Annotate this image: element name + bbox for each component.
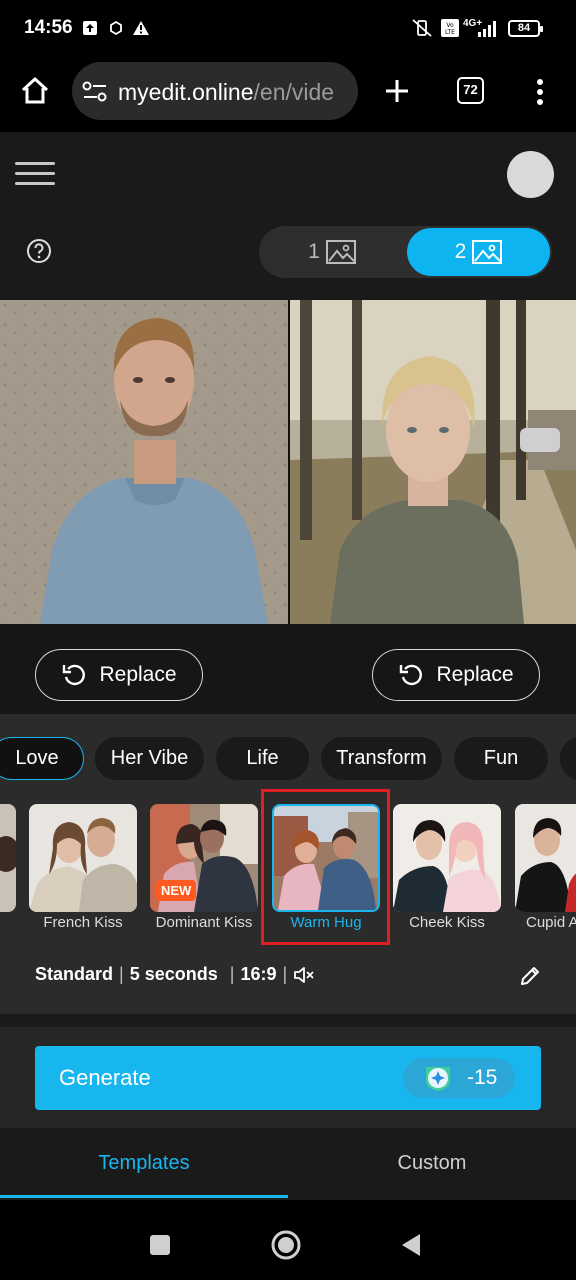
tab-templates[interactable]: Templates	[0, 1128, 288, 1198]
template-tile-french-kiss[interactable]	[29, 804, 137, 912]
left-photo[interactable]	[0, 300, 288, 624]
url-path: /en/vide	[253, 79, 335, 105]
tab-count-button[interactable]: 72	[457, 77, 484, 104]
warning-icon	[133, 21, 149, 35]
ratio-value: 16:9	[240, 964, 277, 984]
divider	[0, 1014, 576, 1027]
template-thumbnail	[29, 804, 137, 912]
template-thumbnail	[0, 804, 16, 912]
help-icon[interactable]	[26, 238, 52, 264]
category-chip-fun[interactable]: Fun	[454, 737, 548, 780]
generate-button[interactable]: Generate -15	[35, 1046, 541, 1110]
template-panel: Love Her Vibe Life Transform Fun NEW Fre…	[0, 714, 576, 1014]
template-tile-dominant-kiss[interactable]: NEW	[150, 804, 258, 912]
recents-icon[interactable]	[149, 1234, 171, 1256]
system-nav-bar	[0, 1200, 576, 1280]
toggle-two-photos[interactable]: 2	[407, 228, 550, 276]
credit-gem-icon	[426, 1067, 450, 1091]
more-menu-icon[interactable]	[535, 78, 545, 106]
status-time: 14:56	[24, 17, 73, 38]
template-tile-partial[interactable]	[0, 804, 16, 912]
duration-value: 5 seconds	[129, 964, 218, 984]
template-label-cheek-kiss: Cheek Kiss	[409, 914, 485, 931]
home-nav-icon[interactable]	[270, 1229, 302, 1261]
template-label-warm-hug: Warm Hug	[290, 914, 362, 931]
replace-left-label: Replace	[99, 663, 177, 686]
svg-text:LTE: LTE	[445, 29, 455, 36]
new-badge: NEW	[156, 880, 197, 901]
sync-notification-icon	[110, 20, 122, 36]
edit-pencil-icon[interactable]	[518, 964, 542, 988]
template-label-cupid: Cupid A	[526, 914, 576, 931]
photo-pair	[0, 300, 576, 624]
home-icon[interactable]	[20, 76, 50, 106]
replace-left-button[interactable]: Replace	[35, 649, 203, 701]
template-tile-cheek-kiss[interactable]	[393, 804, 501, 912]
mute-icon	[294, 967, 314, 984]
hamburger-menu-icon[interactable]	[15, 160, 55, 188]
signal-icon	[478, 21, 496, 37]
new-tab-icon[interactable]	[384, 78, 410, 104]
video-settings-summary[interactable]: Standard | 5 seconds | 16:9 |	[35, 964, 315, 985]
toggle-one-label: 1	[308, 240, 320, 263]
image-icon	[325, 240, 356, 265]
toggle-one-photo[interactable]: 1	[259, 226, 405, 278]
template-thumbnail	[393, 804, 501, 912]
replace-right-label: Replace	[436, 663, 514, 686]
category-chip-transform[interactable]: Transform	[321, 737, 442, 780]
active-tab-indicator	[0, 1195, 288, 1198]
site-settings-icon[interactable]	[82, 80, 108, 104]
url-host: myedit.online	[118, 79, 254, 105]
app-header	[0, 132, 576, 212]
tab-custom[interactable]: Custom	[288, 1128, 576, 1198]
quality-value: Standard	[35, 964, 114, 984]
replace-row: Replace Replace	[0, 624, 576, 714]
credit-cost: -15	[467, 1066, 498, 1089]
bottom-tabs: Templates Custom	[0, 1128, 576, 1200]
url-text: myedit.online/en/vide	[118, 79, 334, 106]
category-chip-love[interactable]: Love	[0, 737, 84, 780]
category-chip-life[interactable]: Life	[216, 737, 309, 780]
template-tile-cupid[interactable]	[515, 804, 576, 912]
category-chip-her-vibe[interactable]: Her Vibe	[95, 737, 204, 780]
replace-right-button[interactable]: Replace	[372, 649, 540, 701]
address-bar[interactable]: myedit.online/en/vide	[72, 62, 358, 120]
avatar[interactable]	[507, 151, 554, 198]
photo-count-toggle: 1 2	[259, 226, 552, 278]
toggle-two-label: 2	[454, 240, 467, 263]
template-label-french-kiss: French Kiss	[43, 914, 123, 931]
generate-area: Generate -15	[0, 1027, 576, 1128]
undo-icon	[63, 664, 86, 686]
battery-indicator: 84	[508, 20, 543, 37]
generate-label: Generate	[59, 1065, 151, 1090]
template-thumbnail	[515, 804, 576, 912]
mute-vibrate-icon	[412, 19, 432, 37]
browser-toolbar: myedit.online/en/vide 72	[0, 58, 576, 132]
back-nav-icon[interactable]	[400, 1232, 422, 1258]
photo-preview-area	[0, 300, 576, 624]
status-bar: 14:56 Vo LTE 4G+ 84	[0, 0, 576, 58]
category-chip-more[interactable]	[560, 737, 576, 780]
right-photo[interactable]	[290, 300, 576, 624]
undo-icon	[400, 664, 423, 686]
credit-cost-badge: -15	[403, 1058, 515, 1098]
svg-text:Vo: Vo	[446, 22, 454, 29]
template-label-dominant-kiss: Dominant Kiss	[155, 914, 253, 931]
upload-notification-icon	[83, 21, 97, 35]
mode-row: 1 2	[0, 212, 576, 300]
volte-icon: VoLTE	[441, 19, 459, 37]
image-icon	[472, 240, 503, 265]
